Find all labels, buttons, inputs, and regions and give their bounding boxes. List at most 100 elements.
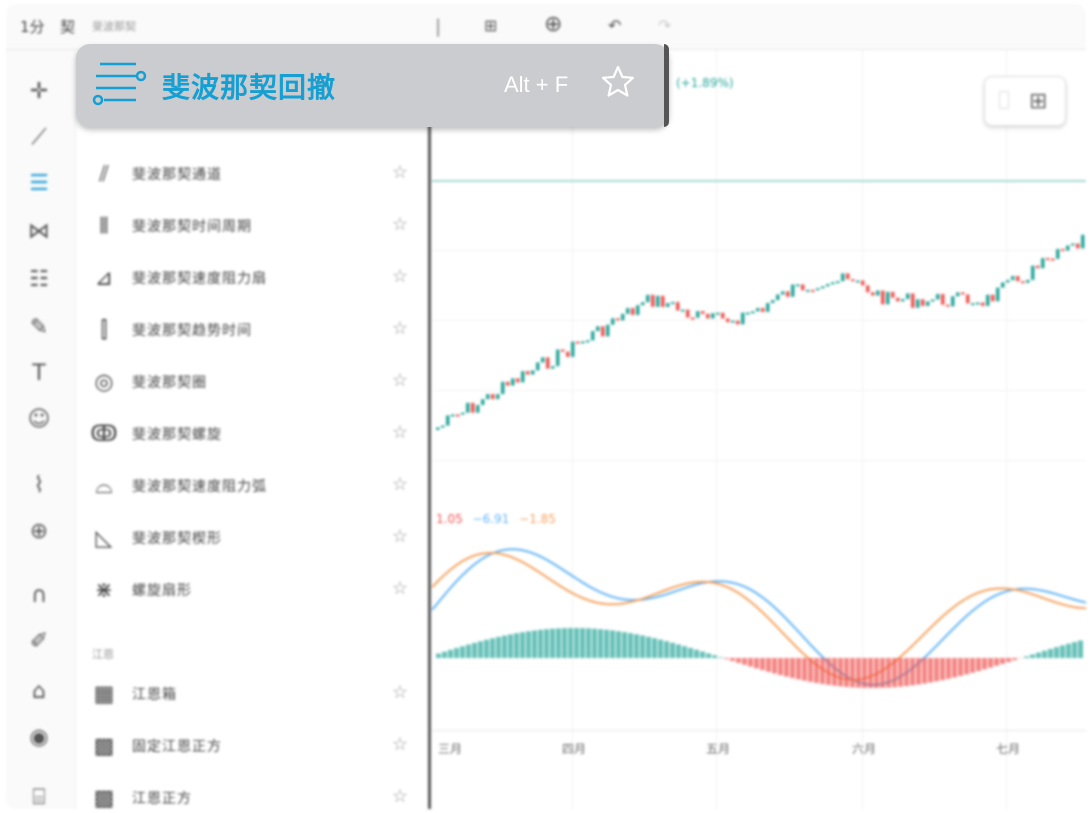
redo-icon[interactable]: ↷	[658, 16, 671, 35]
histogram-bar	[934, 658, 939, 682]
histogram-bar	[778, 658, 783, 676]
magnet-icon[interactable]: ∩	[22, 578, 56, 612]
emoji-icon[interactable]: ☺	[22, 402, 56, 436]
trash-icon[interactable]: ⌸	[22, 780, 56, 810]
list-item[interactable]: ⋇ 螺旋扇形 ☆	[76, 564, 428, 616]
candle	[546, 357, 550, 369]
x-tick-label: 五月	[706, 742, 731, 756]
candle	[451, 414, 455, 417]
add-circle-icon[interactable]: ⊕	[544, 12, 562, 37]
histogram-bar	[544, 629, 549, 658]
chart-area[interactable]: (+1.89%) ⊞ 1.05 −6.91 −1.85 三月 四月 五月 六月 …	[432, 50, 1086, 809]
candle	[921, 299, 925, 306]
candle	[586, 340, 590, 343]
star-icon[interactable]: ☆	[392, 214, 408, 235]
histogram-bar	[772, 658, 777, 674]
cursor-icon[interactable]: ⸽	[436, 16, 440, 38]
star-icon[interactable]: ☆	[392, 266, 408, 287]
star-icon[interactable]: ☆	[392, 734, 408, 755]
list-item[interactable]: ▦ 江恩箱 ☆	[76, 668, 428, 720]
list-item[interactable]: ▩ 固定江恩正方 ☆	[76, 720, 428, 772]
star-icon[interactable]: ☆	[392, 682, 408, 703]
candle	[916, 299, 920, 308]
star-icon[interactable]: ☆	[392, 162, 408, 183]
candle	[896, 297, 900, 302]
symbol-interval[interactable]: 1分	[20, 16, 45, 37]
drawing-toolbar: ✛ ⟋ ☰ ⋈ ☷ ✎ T ☺ ⌇ ⊕ ∩ ✐ ⌂ ◉ ⌸	[6, 50, 76, 809]
lock-drawing-icon[interactable]: ✐	[22, 624, 56, 658]
candle	[541, 357, 545, 363]
candle	[661, 295, 665, 307]
trend-line-icon[interactable]: ⟋	[22, 120, 56, 154]
candle	[481, 399, 485, 406]
crosshair-icon[interactable]: ✛	[22, 74, 56, 108]
histogram-bar	[856, 658, 861, 688]
candle	[496, 394, 500, 400]
unlock-icon[interactable]: ⌂	[22, 674, 56, 708]
fibonacci-tools-panel: ⫽ 斐波那契通道 ☆ ⦀ 斐波那契时间周期 ☆ ⊿ 斐波那契速度阻力扇 ☆ ⫿ …	[76, 50, 431, 809]
candle	[951, 296, 955, 307]
macd-value: −6.91	[472, 512, 510, 526]
candle	[686, 309, 690, 318]
histogram-bar	[1072, 642, 1077, 658]
histogram-bar	[940, 658, 945, 681]
star-icon[interactable]: ☆	[392, 370, 408, 391]
histogram-bar	[1054, 647, 1059, 658]
histogram-bar	[1048, 648, 1053, 658]
fibonacci-icon[interactable]: ☰	[22, 166, 56, 200]
eye-icon[interactable]: ◉	[22, 720, 56, 754]
brush-icon[interactable]: ✎	[22, 310, 56, 344]
text-icon[interactable]: T	[22, 356, 56, 390]
list-item[interactable]: ⦀ 斐波那契时间周期 ☆	[76, 200, 428, 252]
list-item[interactable]: ⫿ 斐波那契趋势时间 ☆	[76, 304, 428, 356]
list-item[interactable]: ◎ 斐波那契圈 ☆	[76, 356, 428, 408]
histogram-bar	[976, 658, 981, 672]
pattern-icon[interactable]: ⋈	[22, 214, 56, 248]
layout-grid-icon[interactable]: ⊞	[484, 16, 497, 35]
candle	[526, 371, 530, 375]
item-label: 江恩正方	[132, 791, 192, 807]
list-item[interactable]: ⊿ 斐波那契速度阻力扇 ☆	[76, 252, 428, 304]
star-icon[interactable]: ☆	[392, 318, 408, 339]
candle	[851, 279, 855, 282]
histogram-bar	[490, 638, 495, 658]
histogram-bar	[898, 658, 903, 687]
histogram-bar	[814, 658, 819, 683]
gann-square-fixed-icon: ▩	[93, 734, 115, 759]
star-icon[interactable]: ☆	[392, 526, 408, 547]
chart-label[interactable]: 契	[60, 16, 75, 37]
candle	[716, 312, 720, 315]
histogram-bar	[634, 634, 639, 658]
fib-channel-icon: ⫽	[99, 162, 109, 187]
histogram-bar	[622, 632, 627, 658]
undo-icon[interactable]: ↶	[608, 16, 621, 35]
item-label: 螺旋扇形	[132, 583, 192, 599]
list-item[interactable]: ▩ 江恩正方 ☆	[76, 772, 428, 809]
candle	[866, 285, 870, 293]
candle	[766, 303, 770, 312]
fib-retracement-tooltip[interactable]: 斐波那契回撤 Alt + F	[76, 44, 669, 127]
zoom-icon[interactable]: ⊕	[22, 514, 56, 548]
star-icon[interactable]: ☆	[392, 474, 408, 495]
ruler-icon[interactable]: ⌇	[22, 468, 56, 502]
list-item[interactable]: ⫽ 斐波那契通道 ☆	[76, 148, 428, 200]
list-item[interactable]: ↂ 斐波那契螺旋 ☆	[76, 408, 428, 460]
forecast-icon[interactable]: ☷	[22, 262, 56, 296]
candle	[631, 308, 635, 315]
list-item[interactable]: ⌓ 斐波那契速度阻力弧 ☆	[76, 460, 428, 512]
histogram-bar	[796, 658, 801, 680]
list-item[interactable]: ◺ 斐波那契楔形 ☆	[76, 512, 428, 564]
histogram-bar	[1066, 643, 1071, 658]
star-icon[interactable]	[600, 64, 636, 100]
star-icon[interactable]: ☆	[392, 786, 408, 807]
candle	[701, 311, 705, 314]
candle	[776, 294, 780, 301]
candle	[591, 331, 595, 341]
histogram-bar	[970, 658, 975, 673]
histogram-bar	[694, 649, 699, 658]
star-icon[interactable]: ☆	[392, 578, 408, 599]
star-icon[interactable]: ☆	[392, 422, 408, 443]
candle	[1081, 234, 1085, 249]
candle	[616, 318, 620, 321]
histogram-bar	[496, 636, 501, 658]
